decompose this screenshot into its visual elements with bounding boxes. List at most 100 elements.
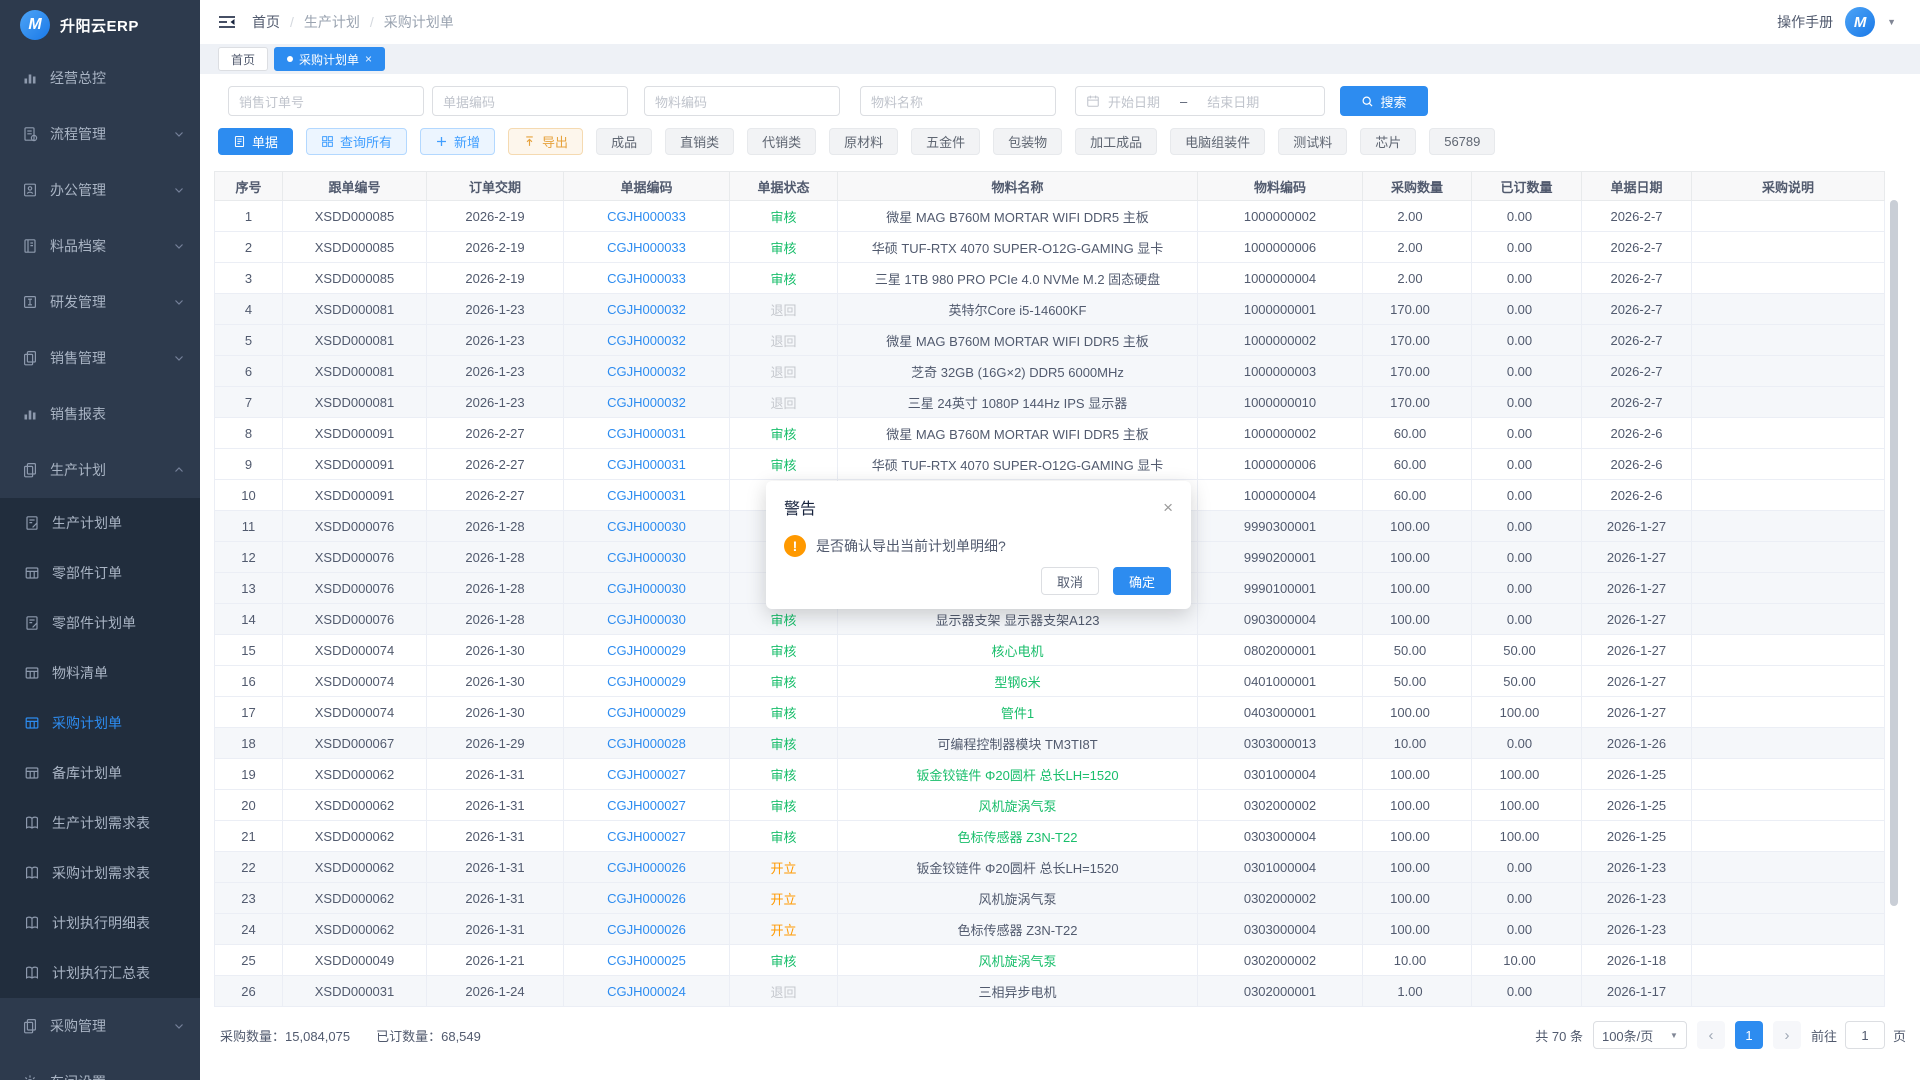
table-row[interactable]: 7 XSDD000081 2026-1-23 CGJH000032 退回 三星 … bbox=[215, 387, 1885, 418]
sidebar-subitem-5[interactable]: 备库计划单 bbox=[0, 748, 200, 798]
doc-code-link[interactable]: CGJH000031 bbox=[607, 457, 686, 472]
table-row[interactable]: 18 XSDD000067 2026-1-29 CGJH000028 审核 可编… bbox=[215, 728, 1885, 759]
filter-input-2[interactable]: 物料编码 bbox=[644, 86, 840, 116]
doc-code-link[interactable]: CGJH000029 bbox=[607, 643, 686, 658]
tab-0[interactable]: 首页 bbox=[218, 47, 268, 71]
table-row[interactable]: 6 XSDD000081 2026-1-23 CGJH000032 退回 芝奇 … bbox=[215, 356, 1885, 387]
doc-code-link[interactable]: CGJH000027 bbox=[607, 767, 686, 782]
sidebar-item-9[interactable]: 车间设置 bbox=[0, 1054, 200, 1080]
sidebar-subitem-7[interactable]: 采购计划需求表 bbox=[0, 848, 200, 898]
table-row[interactable]: 26 XSDD000031 2026-1-24 CGJH000024 退回 三相… bbox=[215, 976, 1885, 1007]
avatar[interactable]: M bbox=[1845, 7, 1875, 37]
doc-code-link[interactable]: CGJH000029 bbox=[607, 705, 686, 720]
doc-code-link[interactable]: CGJH000030 bbox=[607, 519, 686, 534]
filter-input-3[interactable]: 物料名称 bbox=[860, 86, 1056, 116]
table-row[interactable]: 8 XSDD000091 2026-2-27 CGJH000031 审核 微星 … bbox=[215, 418, 1885, 449]
doc-code-link[interactable]: CGJH000028 bbox=[607, 736, 686, 751]
table-row[interactable]: 17 XSDD000074 2026-1-30 CGJH000029 审核 管件… bbox=[215, 697, 1885, 728]
doc-code-link[interactable]: CGJH000032 bbox=[607, 302, 686, 317]
doc-code-link[interactable]: CGJH000031 bbox=[607, 426, 686, 441]
breadcrumb-home[interactable]: 首页 bbox=[252, 12, 280, 32]
table-row[interactable]: 24 XSDD000062 2026-1-31 CGJH000026 开立 色标… bbox=[215, 914, 1885, 945]
sidebar-item-1[interactable]: 流程管理 bbox=[0, 106, 200, 162]
doc-code-link[interactable]: CGJH000033 bbox=[607, 209, 686, 224]
doc-code-link[interactable]: CGJH000030 bbox=[607, 581, 686, 596]
table-row[interactable]: 15 XSDD000074 2026-1-30 CGJH000029 审核 核心… bbox=[215, 635, 1885, 666]
doc-code-link[interactable]: CGJH000024 bbox=[607, 984, 686, 999]
page-size-select[interactable]: 100条/页 ▼ bbox=[1593, 1021, 1687, 1049]
category-原材料-button[interactable]: 原材料 bbox=[829, 128, 898, 155]
table-row[interactable]: 9 XSDD000091 2026-2-27 CGJH000031 审核 华硕 … bbox=[215, 449, 1885, 480]
category-测试料-button[interactable]: 测试料 bbox=[1278, 128, 1347, 155]
table-row[interactable]: 3 XSDD000085 2026-2-19 CGJH000033 审核 三星 … bbox=[215, 263, 1885, 294]
sidebar-item-0[interactable]: 经营总控 bbox=[0, 50, 200, 106]
sidebar-subitem-0[interactable]: 生产计划单 bbox=[0, 498, 200, 548]
table-row[interactable]: 19 XSDD000062 2026-1-31 CGJH000027 审核 钣金… bbox=[215, 759, 1885, 790]
table-row[interactable]: 20 XSDD000062 2026-1-31 CGJH000027 审核 风机… bbox=[215, 790, 1885, 821]
sidebar-item-3[interactable]: 料品档案 bbox=[0, 218, 200, 274]
doc-code-link[interactable]: CGJH000030 bbox=[607, 612, 686, 627]
category-56789-button[interactable]: 56789 bbox=[1429, 128, 1495, 155]
chevron-down-icon[interactable]: ▼ bbox=[1887, 17, 1896, 27]
doc-code-link[interactable]: CGJH000032 bbox=[607, 364, 686, 379]
category-直销类-button[interactable]: 直销类 bbox=[665, 128, 734, 155]
category-加工成品-button[interactable]: 加工成品 bbox=[1075, 128, 1157, 155]
doc-code-link[interactable]: CGJH000026 bbox=[607, 860, 686, 875]
breadcrumb-production-plan[interactable]: 生产计划 bbox=[304, 12, 360, 32]
action-2-button[interactable]: 新增 bbox=[420, 128, 495, 155]
doc-code-link[interactable]: CGJH000027 bbox=[607, 829, 686, 844]
tab-1[interactable]: 采购计划单× bbox=[274, 47, 385, 71]
sidebar-item-2[interactable]: 办公管理 bbox=[0, 162, 200, 218]
table-row[interactable]: 23 XSDD000062 2026-1-31 CGJH000026 开立 风机… bbox=[215, 883, 1885, 914]
cancel-button[interactable]: 取消 bbox=[1041, 567, 1099, 595]
category-成品-button[interactable]: 成品 bbox=[596, 128, 652, 155]
goto-page-input[interactable] bbox=[1845, 1021, 1885, 1049]
menu-fold-icon[interactable] bbox=[218, 15, 236, 29]
sidebar-item-8[interactable]: 采购管理 bbox=[0, 998, 200, 1054]
confirm-button[interactable]: 确定 bbox=[1113, 567, 1171, 595]
sidebar-item-6[interactable]: 销售报表 bbox=[0, 386, 200, 442]
doc-code-link[interactable]: CGJH000027 bbox=[607, 798, 686, 813]
doc-code-link[interactable]: CGJH000029 bbox=[607, 674, 686, 689]
current-page[interactable]: 1 bbox=[1735, 1021, 1763, 1049]
prev-page-button[interactable]: ‹ bbox=[1697, 1021, 1725, 1049]
filter-input-1[interactable]: 单据编码 bbox=[432, 86, 628, 116]
doc-code-link[interactable]: CGJH000033 bbox=[607, 271, 686, 286]
action-3-button[interactable]: 导出 bbox=[508, 128, 583, 155]
doc-code-link[interactable]: CGJH000032 bbox=[607, 395, 686, 410]
category-芯片-button[interactable]: 芯片 bbox=[1360, 128, 1416, 155]
table-row[interactable]: 22 XSDD000062 2026-1-31 CGJH000026 开立 钣金… bbox=[215, 852, 1885, 883]
doc-code-link[interactable]: CGJH000026 bbox=[607, 922, 686, 937]
table-row[interactable]: 25 XSDD000049 2026-1-21 CGJH000025 审核 风机… bbox=[215, 945, 1885, 976]
sidebar-subitem-2[interactable]: 零部件计划单 bbox=[0, 598, 200, 648]
table-row[interactable]: 5 XSDD000081 2026-1-23 CGJH000032 退回 微星 … bbox=[215, 325, 1885, 356]
sidebar-subitem-9[interactable]: 计划执行汇总表 bbox=[0, 948, 200, 998]
table-row[interactable]: 21 XSDD000062 2026-1-31 CGJH000027 审核 色标… bbox=[215, 821, 1885, 852]
filter-input-0[interactable]: 销售订单号 bbox=[228, 86, 424, 116]
close-icon[interactable]: × bbox=[1163, 499, 1173, 516]
category-电脑组装件-button[interactable]: 电脑组装件 bbox=[1170, 128, 1265, 155]
action-1-button[interactable]: 查询所有 bbox=[306, 128, 407, 155]
vertical-scrollbar[interactable] bbox=[1890, 200, 1898, 906]
sidebar-subitem-3[interactable]: 物料清单 bbox=[0, 648, 200, 698]
doc-code-link[interactable]: CGJH000025 bbox=[607, 953, 686, 968]
category-包装物-button[interactable]: 包装物 bbox=[993, 128, 1062, 155]
doc-code-link[interactable]: CGJH000033 bbox=[607, 240, 686, 255]
category-五金件-button[interactable]: 五金件 bbox=[911, 128, 980, 155]
sidebar-subitem-4[interactable]: 采购计划单 bbox=[0, 698, 200, 748]
next-page-button[interactable]: › bbox=[1773, 1021, 1801, 1049]
category-代销类-button[interactable]: 代销类 bbox=[747, 128, 816, 155]
sidebar-item-7[interactable]: 生产计划 bbox=[0, 442, 200, 498]
table-row[interactable]: 16 XSDD000074 2026-1-30 CGJH000029 审核 型钢… bbox=[215, 666, 1885, 697]
sidebar-subitem-1[interactable]: 零部件订单 bbox=[0, 548, 200, 598]
doc-code-link[interactable]: CGJH000026 bbox=[607, 891, 686, 906]
date-range-picker[interactable]: 开始日期 – 结束日期 bbox=[1075, 86, 1325, 116]
doc-code-link[interactable]: CGJH000030 bbox=[607, 550, 686, 565]
table-row[interactable]: 1 XSDD000085 2026-2-19 CGJH000033 审核 微星 … bbox=[215, 201, 1885, 232]
sidebar-item-5[interactable]: 销售管理 bbox=[0, 330, 200, 386]
sidebar-item-4[interactable]: 研发管理 bbox=[0, 274, 200, 330]
table-row[interactable]: 4 XSDD000081 2026-1-23 CGJH000032 退回 英特尔… bbox=[215, 294, 1885, 325]
close-icon[interactable]: × bbox=[365, 52, 372, 66]
table-row[interactable]: 2 XSDD000085 2026-2-19 CGJH000033 审核 华硕 … bbox=[215, 232, 1885, 263]
sidebar-subitem-6[interactable]: 生产计划需求表 bbox=[0, 798, 200, 848]
